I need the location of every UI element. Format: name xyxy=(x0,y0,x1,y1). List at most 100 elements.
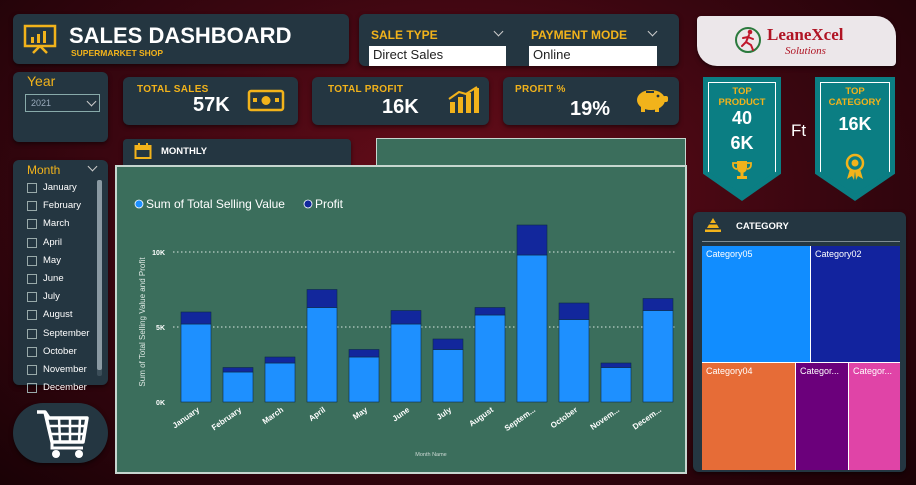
month-option-label: May xyxy=(43,254,61,266)
bar-profit xyxy=(474,307,506,316)
month-option-label: October xyxy=(43,345,77,357)
treemap-cell-category05[interactable]: Category05 xyxy=(702,246,810,362)
payment-mode-dropdown[interactable]: Online xyxy=(529,46,657,66)
month-option-october[interactable]: October xyxy=(27,345,77,359)
x-axis-label: Month Name xyxy=(415,452,447,458)
bar-sales xyxy=(306,307,338,403)
header-card: SALES DASHBOARD SUPERMARKET SHOP xyxy=(13,14,349,64)
checkbox[interactable] xyxy=(27,219,37,230)
month-option-august[interactable]: August xyxy=(27,308,73,322)
month-option-july[interactable]: July xyxy=(27,290,60,304)
month-slicer: Month January February March April May June Ju… xyxy=(13,160,108,394)
legend-marker xyxy=(303,199,313,209)
month-option-label: November xyxy=(43,364,87,375)
runner-logo-icon xyxy=(735,27,761,53)
month-option-label: December xyxy=(43,382,87,394)
month-option-label: April xyxy=(43,236,63,248)
month-option-june[interactable]: June xyxy=(27,272,64,286)
y-tick-label: 5K xyxy=(156,325,165,332)
x-tick-label: February xyxy=(210,405,244,432)
calendar-icon xyxy=(134,143,152,159)
chevron-down-icon[interactable] xyxy=(87,161,98,172)
month-option-february[interactable]: February xyxy=(27,199,81,213)
month-scrollbar[interactable] xyxy=(97,180,102,376)
month-option-label: September xyxy=(43,327,90,339)
month-option-label: July xyxy=(43,291,60,303)
x-tick-label: July xyxy=(435,405,454,422)
chevron-down-icon[interactable] xyxy=(647,26,658,37)
logo-brand: LeaneXcel xyxy=(767,25,844,44)
treemap-cell-category-b[interactable]: Categor... xyxy=(848,362,900,470)
bar-sales xyxy=(390,323,422,403)
y-tick-label: 0K xyxy=(156,400,165,407)
checkbox[interactable] xyxy=(27,365,37,375)
bar-chart-icon xyxy=(448,86,479,113)
profit-pct-label: PROFIT % xyxy=(515,84,566,95)
kpi-total-sales: TOTAL SALES 57K xyxy=(123,77,298,125)
monthly-bar-chart: Sum of Total Selling Value Profit 0K 5K 10K S… xyxy=(134,197,677,458)
chevron-down-icon[interactable] xyxy=(493,26,504,37)
month-option-november[interactable]: November xyxy=(27,363,87,377)
month-option-label: March xyxy=(43,218,70,230)
sale-type-dropdown[interactable]: Direct Sales xyxy=(369,46,506,66)
bar-sales xyxy=(558,319,590,403)
checkbox[interactable] xyxy=(27,274,37,284)
y-axis-label: Sum of Total Selling Value and Profit xyxy=(138,257,147,387)
month-option-may[interactable]: May xyxy=(27,254,61,268)
x-tick-label: Decem... xyxy=(631,405,663,431)
checkbox[interactable] xyxy=(27,183,37,193)
top-product-line2: PRODUCT xyxy=(718,97,766,108)
top-category-line2: CATEGORY xyxy=(828,97,882,108)
bar-sales xyxy=(348,356,380,403)
month-option-september[interactable]: September xyxy=(27,327,89,341)
piggy-bank-icon xyxy=(637,90,668,112)
bar-profit xyxy=(558,302,590,320)
tab-monthly[interactable]: MONTHLY xyxy=(123,139,351,165)
payment-mode-label: PAYMENT MODE xyxy=(531,28,628,42)
tab-other[interactable] xyxy=(376,138,686,166)
x-tick-label: March xyxy=(261,405,286,426)
page-title: SALES DASHBOARD xyxy=(69,23,292,48)
bar-profit xyxy=(348,349,380,358)
month-option-december[interactable]: December xyxy=(27,381,87,395)
legend-label: Sum of Total Selling Value xyxy=(146,197,285,211)
category-title: CATEGORY xyxy=(736,221,789,232)
top-category-badge: TOP CATEGORY 16K xyxy=(815,77,895,201)
shopping-cart-icon xyxy=(37,410,89,458)
bar-sales xyxy=(474,314,506,403)
checkbox[interactable] xyxy=(27,328,37,339)
x-tick-label: June xyxy=(391,405,412,423)
legend-label: Profit xyxy=(315,197,344,211)
treemap-cell-category-a[interactable]: Categor... xyxy=(795,362,848,470)
treemap-cell-category04[interactable]: Category04 xyxy=(702,362,795,470)
y-tick-label: 10K xyxy=(152,250,165,257)
monthly-chart-panel: Sum of Total Selling Value Profit 0K 5K 10K S… xyxy=(115,165,687,474)
checkbox[interactable] xyxy=(27,201,37,212)
checkbox[interactable] xyxy=(27,383,37,394)
profit-pct-value: 19% xyxy=(570,98,611,120)
top-product-value1: 40 xyxy=(731,108,753,128)
x-tick-label: April xyxy=(307,405,327,423)
sale-type-label: SALE TYPE xyxy=(371,28,438,42)
year-value: 2021 xyxy=(31,98,52,108)
top-product-value2: 6K xyxy=(730,133,754,153)
month-option-march[interactable]: March xyxy=(27,217,69,231)
checkbox[interactable] xyxy=(27,292,37,303)
checkbox[interactable] xyxy=(27,346,37,357)
year-dropdown[interactable]: 2021 xyxy=(25,94,100,112)
kpi-total-profit: TOTAL PROFIT 16K xyxy=(312,77,489,125)
bar-profit xyxy=(516,224,548,256)
month-option-april[interactable]: April xyxy=(27,236,62,250)
page-subtitle: SUPERMARKET SHOP xyxy=(71,48,164,58)
checkbox[interactable] xyxy=(27,255,37,266)
cart-button[interactable] xyxy=(13,403,108,463)
checkbox[interactable] xyxy=(27,310,37,321)
presentation-chart-icon xyxy=(23,24,57,54)
bar-sales xyxy=(432,349,464,403)
checkbox[interactable] xyxy=(27,237,37,248)
bar-profit xyxy=(390,310,422,325)
month-option-january[interactable]: January xyxy=(27,181,77,195)
trophy-icon xyxy=(732,161,752,179)
treemap-cell-category02[interactable]: Category02 xyxy=(810,246,900,362)
bar-sales xyxy=(264,362,296,403)
